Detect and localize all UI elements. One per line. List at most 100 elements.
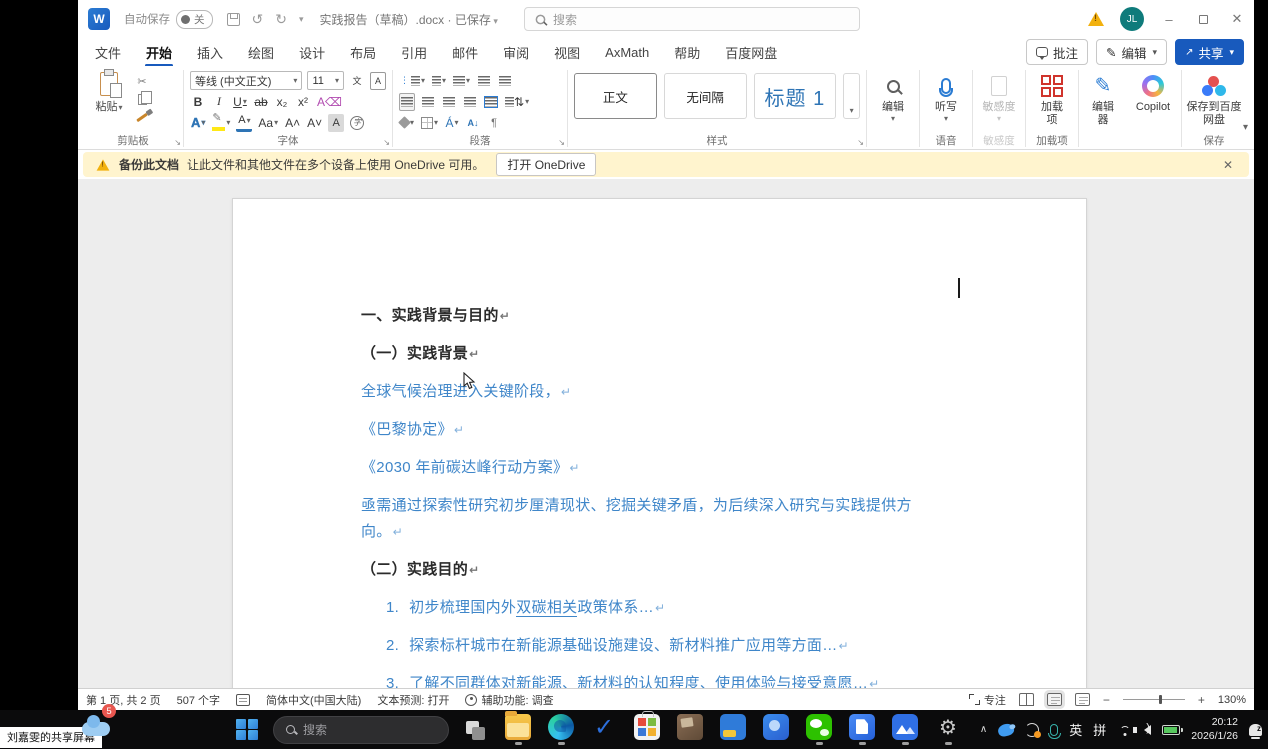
paste-button[interactable]: 粘贴 (89, 70, 129, 125)
focus-button[interactable]: 专注 (969, 692, 1006, 708)
superscript-button[interactable]: x² (295, 93, 311, 111)
sort-button[interactable]: A↓ (465, 114, 481, 132)
edge-button[interactable] (544, 714, 578, 746)
autosave-control[interactable]: 自动保存 关 (124, 10, 213, 29)
highlight-button[interactable] (211, 114, 231, 132)
box-app-button[interactable] (673, 714, 707, 746)
underline-button[interactable]: U (232, 93, 248, 111)
share-button[interactable]: ↗共享 (1175, 39, 1244, 65)
pdf-app-button[interactable] (716, 714, 750, 746)
tray-expand-icon[interactable]: ∧ (980, 724, 987, 735)
format-painter-icon[interactable] (133, 109, 151, 125)
clock[interactable]: 20:122026/1/26 (1191, 716, 1238, 742)
change-case-button[interactable]: Aa (257, 114, 279, 132)
zoom-in-button[interactable]: + (1198, 693, 1205, 707)
tab-axmath[interactable]: AxMath (604, 42, 650, 63)
sync-icon[interactable] (1025, 723, 1039, 737)
increase-indent-button[interactable] (497, 72, 513, 90)
task-view-button[interactable] (458, 714, 492, 746)
doc-para-1[interactable]: 全球气候治理进入关键阶段，↵ (361, 379, 927, 405)
docs-app-button[interactable] (845, 714, 879, 746)
paragraph-dialog-launcher[interactable]: ↘ (558, 138, 565, 147)
tab-help[interactable]: 帮助 (673, 40, 701, 65)
sensitivity-button[interactable]: 敏感度 (983, 101, 1016, 124)
bullets-button[interactable] (399, 72, 426, 90)
shrink-font-button[interactable]: A˅ (306, 114, 323, 132)
character-border-button[interactable]: A (370, 72, 386, 90)
search-box[interactable]: 搜索 (524, 7, 860, 31)
zoom-level[interactable]: 130% (1218, 694, 1246, 706)
warning-icon[interactable] (1088, 12, 1104, 26)
word-count[interactable]: 507 个字 (177, 692, 220, 708)
character-shading-button[interactable]: A (328, 114, 344, 132)
quick-access-more-icon[interactable]: ▾ (299, 15, 304, 24)
clipboard-dialog-launcher[interactable]: ↘ (174, 138, 181, 147)
notice-close-icon[interactable]: ✕ (1223, 158, 1237, 172)
subscript-button[interactable]: x₂ (274, 93, 290, 111)
ime-language-indicator[interactable]: 英 (1069, 720, 1082, 739)
tab-review[interactable]: 审阅 (502, 40, 530, 65)
font-color-button[interactable]: A (236, 114, 252, 132)
show-hide-marks-button[interactable]: ¶ (486, 114, 502, 132)
font-dialog-launcher[interactable]: ↘ (383, 138, 390, 147)
doc-heading-2a[interactable]: （一）实践背景↵ (361, 341, 927, 367)
styles-gallery-more[interactable]: ▾ (843, 73, 860, 119)
store-button[interactable] (630, 714, 664, 746)
copilot-button[interactable]: Copilot (1136, 101, 1170, 114)
tab-mailings[interactable]: 邮件 (451, 40, 479, 65)
document-page[interactable]: 一、实践背景与目的↵ （一）实践背景↵ 全球气候治理进入关键阶段，↵ 《巴黎协定… (232, 198, 1087, 688)
tab-home[interactable]: 开始 (145, 40, 173, 65)
avatar[interactable]: JL (1120, 7, 1144, 31)
style-heading1[interactable]: 标题 1 (754, 73, 837, 119)
notification-bell-icon[interactable] (1249, 724, 1262, 736)
doc-para-4[interactable]: 亟需通过探索性研究初步厘清现状、挖掘关键矛盾，为后续深入研究与实践提供方向。↵ (361, 493, 927, 545)
media-app-button[interactable] (759, 714, 793, 746)
comments-button[interactable]: 批注 (1026, 39, 1088, 65)
tab-insert[interactable]: 插入 (196, 40, 224, 65)
tab-draw[interactable]: 绘图 (247, 40, 275, 65)
settings-button[interactable]: ⚙ (931, 714, 965, 746)
copy-icon[interactable] (133, 91, 151, 107)
maximize-button[interactable] (1194, 12, 1212, 27)
proofing-icon[interactable] (236, 694, 250, 706)
align-right-button[interactable] (441, 93, 457, 111)
tab-baidu-netdisk[interactable]: 百度网盘 (724, 40, 778, 65)
language-indicator[interactable]: 简体中文(中国大陆) (266, 692, 361, 708)
autosave-toggle[interactable]: 关 (176, 10, 213, 29)
battery-icon[interactable] (1162, 725, 1180, 735)
distribute-button[interactable] (483, 93, 499, 111)
text-effects-button[interactable]: A (190, 114, 206, 132)
wifi-icon[interactable] (1117, 724, 1133, 736)
tab-references[interactable]: 引用 (400, 40, 428, 65)
cut-icon[interactable]: ✂ (133, 73, 151, 89)
bold-button[interactable]: B (190, 93, 206, 111)
enclose-character-button[interactable]: 字 (349, 114, 365, 132)
minimize-button[interactable]: – (1160, 12, 1178, 27)
start-button[interactable] (230, 714, 264, 746)
doc-list-item-1[interactable]: 1.初步梳理国内外双碳相关政策体系…↵ (361, 595, 927, 621)
wechat-button[interactable] (802, 714, 836, 746)
doc-para-3[interactable]: 《2030 年前碳达峰行动方案》↵ (361, 455, 927, 481)
todo-app-button[interactable]: ✓ (587, 714, 621, 746)
style-normal[interactable]: 正文 (574, 73, 657, 119)
open-onedrive-button[interactable]: 打开 OneDrive (496, 153, 596, 176)
tab-design[interactable]: 设计 (298, 40, 326, 65)
decrease-indent-button[interactable] (476, 72, 492, 90)
file-explorer-button[interactable] (501, 714, 535, 746)
cloud-app-button[interactable] (888, 714, 922, 746)
tab-layout[interactable]: 布局 (349, 40, 377, 65)
italic-button[interactable]: I (211, 93, 227, 111)
grow-font-button[interactable]: A˄ (284, 114, 301, 132)
doc-para-2[interactable]: 《巴黎协定》↵ (361, 417, 927, 443)
web-layout-icon[interactable] (1075, 693, 1090, 706)
editing-button[interactable]: 编辑 (882, 101, 904, 124)
align-left-button[interactable] (399, 93, 415, 111)
shading-button[interactable] (399, 114, 415, 132)
collapse-ribbon-icon[interactable]: ▾ (1243, 122, 1248, 133)
editor-button[interactable]: 编辑器 (1090, 101, 1116, 127)
tab-view[interactable]: 视图 (553, 40, 581, 65)
editing-mode-button[interactable]: ✎编辑 (1096, 39, 1167, 65)
save-icon[interactable] (227, 13, 240, 26)
taskbar-search[interactable]: 搜索 (273, 716, 449, 744)
text-prediction[interactable]: 文本预测: 打开 (377, 692, 449, 708)
